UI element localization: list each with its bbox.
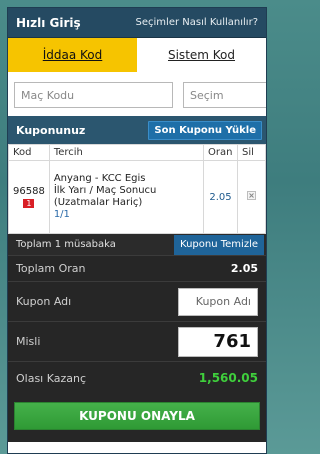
help-link[interactable]: Seçimler Nasıl Kullanılır? xyxy=(136,17,258,28)
stake-input[interactable]: 761 xyxy=(178,326,258,357)
odd-value: 2.05 xyxy=(203,160,238,234)
quick-entry-title: Hızlı Giriş xyxy=(16,15,81,30)
clear-coupon-button[interactable]: Kuponu Temizle xyxy=(174,234,264,255)
match-code-input[interactable] xyxy=(14,82,173,108)
total-odds-label: Toplam Oran xyxy=(16,262,86,275)
mbs-badge: 1 xyxy=(23,198,35,208)
winnings-row: Olası Kazanç 1,560.05 xyxy=(8,362,266,394)
winnings-value: 1,560.05 xyxy=(198,371,258,385)
col-delete: Sil xyxy=(237,144,266,161)
match-name: Anyang - KCC Egis xyxy=(53,173,146,184)
col-pick: Tercih xyxy=(48,144,205,161)
entry-tabs: İddaa Kod Sistem Kod xyxy=(8,38,266,72)
tab-iddaa-code-label: İddaa Kod xyxy=(42,48,103,62)
delete-cell xyxy=(237,160,266,234)
match-count: Toplam 1 müsabaka xyxy=(16,239,116,250)
close-icon[interactable] xyxy=(247,191,256,203)
coupon-table: Kod Tercih Oran Sil 96588 1 Anyang - KCC… xyxy=(8,144,266,234)
tab-system-code-label: Sistem Kod xyxy=(167,48,236,62)
match-code: 96588 xyxy=(13,185,45,197)
load-last-coupon-button[interactable]: Son Kuponu Yükle xyxy=(148,120,262,140)
market-name: İlk Yarı / Maç Sonucu xyxy=(53,185,157,196)
match-code-cell: 96588 1 xyxy=(8,160,50,234)
total-odds-row: Toplam Oran 2.05 xyxy=(8,256,266,282)
pick-value: 1/1 xyxy=(53,209,70,220)
quick-entry-header: Hızlı Giriş Seçimler Nasıl Kullanılır? xyxy=(8,8,266,38)
coupon-title: Kuponunuz xyxy=(16,123,86,137)
coupon-name-input[interactable]: Kupon Adı xyxy=(178,287,258,316)
total-odds-value: 2.05 xyxy=(230,262,258,275)
selection-input[interactable] xyxy=(183,82,266,108)
confirm-coupon-button[interactable]: KUPONU ONAYLA xyxy=(14,402,260,430)
coupon-name-label: Kupon Adı xyxy=(16,295,72,308)
pick-cell: Anyang - KCC Egis İlk Yarı / Maç Sonucu … xyxy=(48,160,205,234)
coupon-table-header: Kod Tercih Oran Sil xyxy=(8,144,266,161)
code-entry-row xyxy=(8,72,266,116)
tab-iddaa-code[interactable]: İddaa Kod xyxy=(8,38,137,72)
col-odds: Oran xyxy=(203,144,238,161)
col-code: Kod xyxy=(8,144,50,161)
tab-system-code[interactable]: Sistem Kod xyxy=(137,38,266,72)
coupon-name-row: Kupon Adı Kupon Adı xyxy=(8,282,266,322)
winnings-label: Olası Kazanç xyxy=(16,371,87,385)
coupon-footer: Toplam 1 müsabaka Kuponu Temizle Toplam … xyxy=(8,234,266,442)
bet-slip-panel: Hızlı Giriş Seçimler Nasıl Kullanılır? İ… xyxy=(7,7,267,454)
stake-row: Misli 761 xyxy=(8,322,266,362)
market-note: (Uzatmalar Hariç) xyxy=(53,197,143,208)
summary-bar: Toplam 1 müsabaka Kuponu Temizle xyxy=(8,234,266,256)
stake-label: Misli xyxy=(16,335,41,348)
table-row: 96588 1 Anyang - KCC Egis İlk Yarı / Maç… xyxy=(8,160,266,234)
coupon-header: Kuponunuz Son Kuponu Yükle xyxy=(8,116,266,144)
